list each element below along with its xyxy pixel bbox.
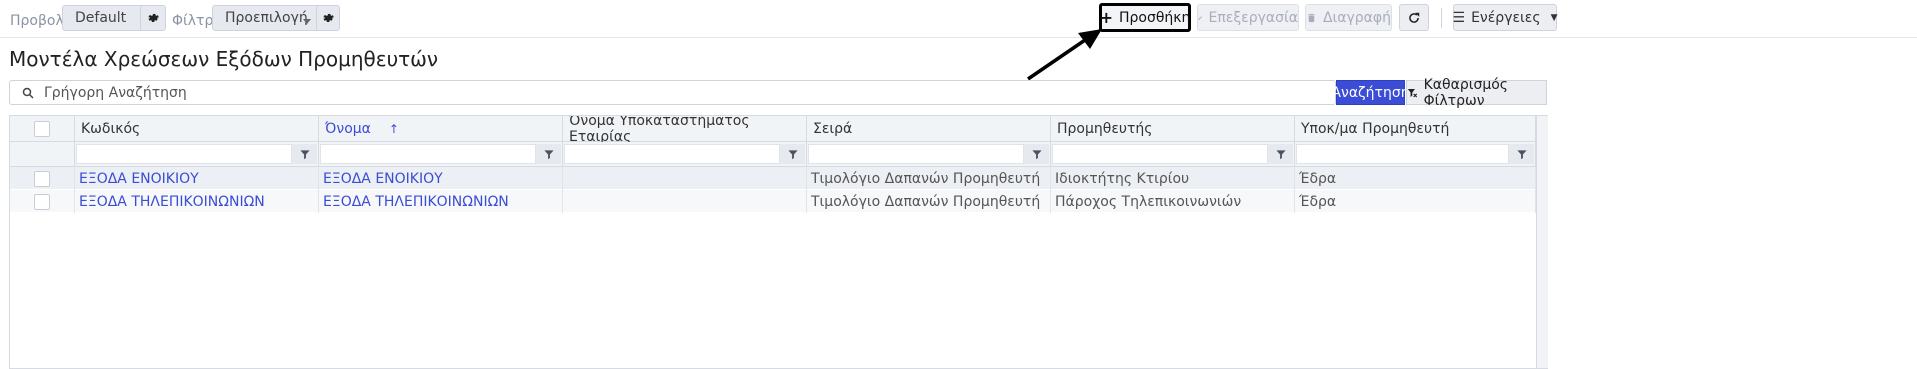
column-header-series[interactable]: Σειρά (807, 116, 1051, 142)
search-icon (22, 87, 34, 99)
column-filter-input[interactable] (320, 144, 536, 164)
filter-icon (1031, 149, 1042, 159)
filter-cell-code (75, 142, 319, 167)
filter-clear-icon (1407, 88, 1418, 97)
cell-name[interactable]: ΕΞΟΔΑ ΤΗΛΕΠΙΚΟΙΝΩΝΙΩΝ (319, 190, 563, 213)
refresh-icon (1409, 12, 1420, 23)
clear-filters-button[interactable]: Καθαρισμός Φίλτρων (1406, 77, 1547, 109)
column-header-company-branch[interactable]: Όνομα Υποκαταστήματος Εταιρίας (563, 115, 807, 145)
filter-icon (787, 149, 798, 159)
actions-menu-label: Ενέργειες (1471, 9, 1541, 26)
toolbar-bottom-border (0, 37, 1917, 38)
filters-select[interactable]: Προεπιλογή (212, 5, 322, 31)
filter-spacer-cell (10, 142, 75, 167)
column-filter-button[interactable] (536, 144, 561, 164)
quick-search-input[interactable]: Γρήγορη Αναζήτηση (44, 85, 187, 101)
cell-name[interactable]: ΕΞΟΔΑ ΕΝΟΙΚΙΟΥ (319, 167, 563, 190)
cell-series: Τιμολόγιο Δαπανών Προμηθευτή (807, 167, 1051, 190)
cell-company-branch (563, 190, 807, 213)
page-title: Μοντέλα Χρεώσεων Εξόδων Προμηθευτών (9, 47, 439, 71)
filters-settings-button[interactable] (316, 5, 340, 31)
gear-icon (323, 13, 334, 23)
filter-icon (299, 149, 310, 159)
column-filter-input[interactable] (808, 144, 1024, 164)
filter-cell-company-branch (563, 142, 807, 167)
cell-series: Τιμολόγιο Δαπανών Προμηθευτή (807, 190, 1051, 213)
toolbar-divider (1441, 8, 1442, 28)
column-header-supplier[interactable]: Προμηθευτής (1051, 116, 1295, 142)
column-filter-input[interactable] (564, 144, 780, 164)
column-header-supplier-branch[interactable]: Υποκ/μα Προμηθευτή (1295, 116, 1536, 142)
cell-code[interactable]: ΕΞΟΔΑ ΕΝΟΙΚΙΟΥ (75, 167, 319, 190)
cell-code[interactable]: ΕΞΟΔΑ ΤΗΛΕΠΙΚΟΙΝΩΝΙΩΝ (75, 190, 319, 213)
column-filter-input[interactable] (76, 144, 292, 164)
grid-filter-row (10, 142, 1548, 167)
cell-supplier: Ιδιοκτήτης Κτιρίου (1051, 167, 1295, 190)
column-header-code[interactable]: Κωδικός (75, 116, 319, 142)
cell-company-branch (563, 167, 807, 190)
view-settings-button[interactable] (140, 5, 166, 31)
clear-filters-label: Καθαρισμός Φίλτρων (1423, 76, 1509, 109)
row-select-cell (10, 167, 75, 190)
filters-select-value: Προεπιλογή (225, 10, 308, 26)
column-header-name[interactable]: Όνομα ↑ (319, 116, 563, 142)
column-header-label: Όνομα Υποκαταστήματος Εταιρίας (569, 115, 750, 145)
row-select-cell (10, 190, 75, 213)
delete-button-label: Διαγραφή (1322, 9, 1391, 26)
filter-cell-series (807, 142, 1051, 167)
select-all-cell (10, 116, 75, 142)
table-row[interactable]: ΕΞΟΔΑ ΤΗΛΕΠΙΚΟΙΝΩΝΙΩΝ ΕΞΟΔΑ ΤΗΛΕΠΙΚΟΙΝΩΝ… (10, 190, 1536, 213)
quick-search-field[interactable]: Γρήγορη Αναζήτηση (9, 80, 1336, 105)
cell-supplier-branch: Έδρα (1295, 190, 1536, 213)
column-filter-button[interactable] (1024, 144, 1049, 164)
column-filter-input[interactable] (1052, 144, 1268, 164)
annotation-arrow (1027, 29, 1102, 81)
actions-menu-button[interactable]: ☰ Ενέργειες ▼ (1452, 4, 1558, 31)
column-filter-input[interactable] (1296, 144, 1509, 164)
column-filter-button[interactable] (1509, 144, 1534, 164)
row-checkbox[interactable] (34, 170, 50, 187)
hamburger-icon: ☰ (1452, 9, 1466, 26)
column-header-label: Υποκ/μα Προμηθευτή (1301, 121, 1450, 137)
filter-icon (1516, 149, 1527, 159)
add-button[interactable]: + Προσθήκη (1099, 3, 1191, 32)
chevron-down-icon (303, 19, 311, 24)
refresh-button[interactable] (1399, 4, 1429, 31)
add-button-label: Προσθήκη (1119, 9, 1191, 26)
pencil-icon (1198, 15, 1202, 20)
sort-ascending-icon: ↑ (388, 122, 399, 136)
gear-icon (148, 13, 159, 23)
table-row[interactable]: ΕΞΟΔΑ ΕΝΟΙΚΙΟΥ ΕΞΟΔΑ ΕΝΟΙΚΙΟΥ Τιμολόγιο … (10, 167, 1536, 190)
view-select-value: Default (75, 10, 127, 26)
filter-cell-name (319, 142, 563, 167)
edit-button-label: Επεξεργασία (1208, 9, 1298, 26)
cell-supplier-branch: Έδρα (1295, 167, 1536, 190)
filter-icon (1275, 149, 1286, 159)
vertical-scrollbar[interactable] (1536, 116, 1548, 368)
search-button[interactable]: Αναζήτηση (1331, 80, 1410, 105)
column-header-label: Προμηθευτής (1057, 121, 1153, 137)
cell-supplier: Πάροχος Τηλεπικοινωνιών (1051, 190, 1295, 213)
column-header-label: Κωδικός (81, 121, 141, 137)
column-header-label: Σειρά (813, 121, 853, 137)
filter-icon (543, 149, 554, 159)
column-header-label: Όνομα (325, 121, 371, 137)
filter-cell-supplier (1051, 142, 1295, 167)
column-filter-button[interactable] (1268, 144, 1293, 164)
trash-icon (1308, 13, 1315, 22)
delete-button[interactable]: Διαγραφή (1305, 4, 1392, 31)
column-filter-button[interactable] (292, 144, 317, 164)
select-all-checkbox[interactable] (34, 121, 50, 137)
column-filter-button[interactable] (780, 144, 805, 164)
filter-cell-supplier-branch (1295, 142, 1536, 167)
row-checkbox[interactable] (34, 193, 50, 210)
edit-button[interactable]: Επεξεργασία (1197, 4, 1299, 31)
data-grid: Κωδικός Όνομα ↑ Όνομα Υποκαταστήματος Ετ… (9, 115, 1548, 369)
grid-header-row: Κωδικός Όνομα ↑ Όνομα Υποκαταστήματος Ετ… (10, 115, 1548, 145)
caret-down-icon: ▼ (1550, 12, 1558, 23)
